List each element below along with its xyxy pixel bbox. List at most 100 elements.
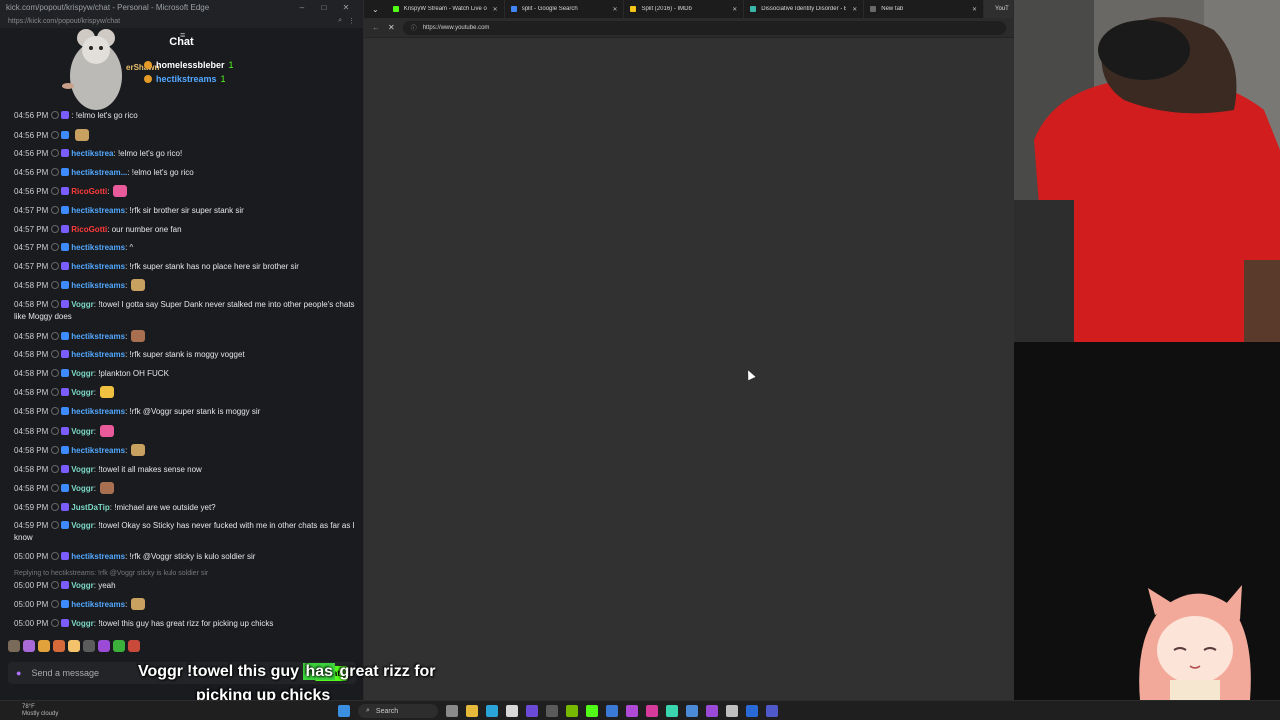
file-explorer-icon[interactable] <box>466 705 478 717</box>
browser-tab[interactable]: Split (2016) - IMDb ✕ <box>624 0 745 18</box>
zoom-icon[interactable]: ⌕ <box>338 17 342 25</box>
emote-icon[interactable] <box>38 640 50 652</box>
chat-message[interactable]: 04:58 PM hectikstreams: !rfk super stank … <box>14 349 356 361</box>
minimize-icon[interactable]: – <box>291 3 313 12</box>
message-username[interactable]: hectikstreams <box>71 600 125 609</box>
teams-icon[interactable] <box>766 705 778 717</box>
extensions-icon[interactable]: ⋮ <box>348 17 355 25</box>
message-username[interactable]: hectikstream... <box>71 168 127 177</box>
chat-window-titlebar[interactable]: kick.com/popout/krispyw/chat - Personal … <box>0 0 363 14</box>
emote-icon[interactable] <box>53 640 65 652</box>
chat-message[interactable]: 05:00 PM Voggr: yeah <box>14 580 356 592</box>
chat-message[interactable]: 04:58 PM Voggr: !plankton OH FUCK <box>14 368 356 380</box>
expand-pinned-icon[interactable]: ≡ <box>180 30 185 40</box>
close-icon[interactable]: ✕ <box>335 3 357 12</box>
chat-message[interactable]: 04:56 PM <box>14 128 356 142</box>
page-content[interactable] <box>364 38 1014 700</box>
gifter-row[interactable]: homelessbleber 1 <box>144 60 234 70</box>
chat-message[interactable]: 04:57 PM RicoGotti: our number one fan <box>14 224 356 236</box>
stop-loading-icon[interactable]: ✕ <box>388 23 395 32</box>
message-username[interactable]: Voggr <box>71 465 94 474</box>
chat-message[interactable]: 04:56 PM hectikstream...: !elmo let's go … <box>14 167 356 179</box>
emote-icon[interactable] <box>8 640 20 652</box>
message-username[interactable]: Voggr <box>71 388 94 397</box>
browser-tab[interactable]: Dissociative Identity Disorder - B ✕ <box>744 0 865 18</box>
chat-message[interactable]: 04:57 PM hectikstreams: !rfk sir brother … <box>14 205 356 217</box>
chat-message-list[interactable]: 04:56 PM: !elmo let's go rico 04:56 PM 04:… <box>0 110 364 640</box>
chat-message[interactable]: 04:57 PM hectikstreams: ^ <box>14 242 356 254</box>
message-username[interactable]: JustDaTip <box>71 503 110 512</box>
browser-tab-active[interactable]: YouT <box>984 0 1014 18</box>
chat-message[interactable]: 04:56 PM RicoGotti: <box>14 185 356 198</box>
chat-message[interactable]: 04:58 PM Voggr: !towel it all makes sense… <box>14 464 356 476</box>
chat-message[interactable]: 04:58 PM hectikstreams: <box>14 444 356 457</box>
chat-message[interactable]: 04:58 PM hectikstreams: <box>14 329 356 343</box>
message-username[interactable]: Voggr <box>71 369 94 378</box>
edge-icon[interactable] <box>486 705 498 717</box>
app-icon[interactable] <box>626 705 638 717</box>
close-tab-icon[interactable]: ✕ <box>852 6 857 13</box>
chrome-icon[interactable] <box>506 705 518 717</box>
app-icon[interactable] <box>746 705 758 717</box>
app-icon[interactable] <box>526 705 538 717</box>
browser-tab[interactable]: KrispyW Stream - Watch Live on K ✕ <box>387 0 505 18</box>
chat-message[interactable]: 04:59 PM Voggr: !towel Okay so Sticky has… <box>14 520 356 544</box>
chat-message[interactable]: 04:58 PM Voggr: !towel I gotta say Super … <box>14 299 356 323</box>
message-username[interactable]: hectikstreams <box>71 332 125 341</box>
message-username[interactable]: Voggr <box>71 581 94 590</box>
app-icon[interactable] <box>726 705 738 717</box>
message-username[interactable]: hectikstreams <box>71 243 125 252</box>
chat-message[interactable]: 04:58 PM hectikstreams: <box>14 279 356 292</box>
message-username[interactable]: hectikstreams <box>71 552 125 561</box>
app-icon[interactable] <box>606 705 618 717</box>
close-tab-icon[interactable]: ✕ <box>972 6 977 13</box>
message-username[interactable]: Voggr <box>71 619 94 628</box>
chat-message[interactable]: 04:58 PM Voggr: <box>14 424 356 438</box>
emote-icon[interactable] <box>113 640 125 652</box>
message-username[interactable]: RicoGotti <box>71 187 107 196</box>
message-username[interactable]: hectikstreams <box>71 407 125 416</box>
message-username[interactable]: hectikstreams <box>71 262 125 271</box>
tab-actions-icon[interactable]: ⌄ <box>364 5 387 14</box>
url-field[interactable]: ⓘ https://www.youtube.com <box>402 20 1006 35</box>
app-icon[interactable] <box>666 705 678 717</box>
chat-message[interactable]: 04:59 PM JustDaTip: !michael are we outsi… <box>14 502 356 514</box>
message-username[interactable]: hectikstreams <box>71 350 125 359</box>
back-icon[interactable]: ← <box>372 23 380 32</box>
page-info-icon[interactable]: ⓘ <box>411 23 417 32</box>
start-icon[interactable] <box>338 705 350 717</box>
message-username[interactable]: Voggr <box>71 521 94 530</box>
browser-tab[interactable]: New tab ✕ <box>864 0 984 18</box>
close-tab-icon[interactable]: ✕ <box>612 6 617 13</box>
message-username[interactable]: hectikstreams <box>71 281 125 290</box>
emote-icon[interactable] <box>98 640 110 652</box>
chat-message[interactable]: 05:00 PM hectikstreams: !rfk @Voggr stick… <box>14 551 356 563</box>
maximize-icon[interactable]: □ <box>313 3 335 12</box>
message-username[interactable]: Voggr <box>71 300 94 309</box>
message-username[interactable]: hectikstreams <box>71 206 125 215</box>
emoji-picker-icon[interactable]: ● <box>16 668 21 678</box>
gifter-row[interactable]: hectikstreams 1 <box>144 74 226 84</box>
kick-icon[interactable] <box>586 705 598 717</box>
task-view-icon[interactable] <box>446 705 458 717</box>
emote-icon[interactable] <box>83 640 95 652</box>
close-tab-icon[interactable]: ✕ <box>732 6 737 13</box>
app-icon[interactable] <box>646 705 658 717</box>
emote-icon[interactable] <box>128 640 140 652</box>
chat-message[interactable]: 04:58 PM hectikstreams: !rfk @Voggr super… <box>14 406 356 418</box>
taskbar-search[interactable]: ⌕ Search <box>358 704 438 718</box>
browser-tab[interactable]: split - Google Search ✕ <box>505 0 625 18</box>
message-username[interactable]: hectikstrea <box>71 149 113 158</box>
chat-message[interactable]: 04:58 PM Voggr: <box>14 386 356 399</box>
close-tab-icon[interactable]: ✕ <box>493 6 498 13</box>
emote-icon[interactable] <box>23 640 35 652</box>
nvidia-icon[interactable] <box>566 705 578 717</box>
message-username[interactable]: Voggr <box>71 427 94 436</box>
message-username[interactable]: hectikstreams <box>71 446 125 455</box>
message-username[interactable]: RicoGotti <box>71 225 107 234</box>
app-icon[interactable] <box>546 705 558 717</box>
chat-message[interactable]: 04:57 PM hectikstreams: !rfk super stank … <box>14 261 356 273</box>
chat-message[interactable]: 05:00 PM Voggr: !towel this guy has great… <box>14 618 356 630</box>
weather-widget[interactable]: 78°F Mostly cloudy <box>22 704 322 718</box>
chat-message[interactable]: 05:00 PM hectikstreams: <box>14 598 356 611</box>
